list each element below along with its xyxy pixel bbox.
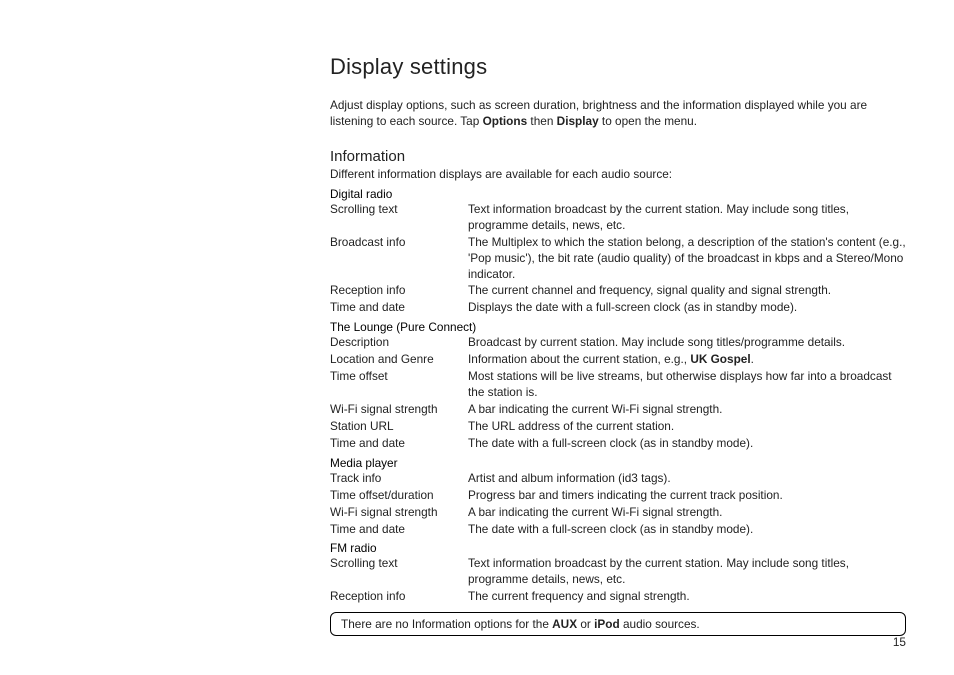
desc: Displays the date with a full-screen clo…	[468, 300, 906, 316]
page-title: Display settings	[330, 54, 906, 80]
definition-row: Time offsetMost stations will be live st…	[330, 369, 906, 401]
desc: The Multiplex to which the station belon…	[468, 235, 906, 283]
note-text: or	[577, 617, 594, 631]
desc: The URL address of the current station.	[468, 419, 906, 435]
term: Description	[330, 335, 468, 351]
note-bold-ipod: iPod	[594, 617, 620, 631]
term: Wi-Fi signal strength	[330, 402, 468, 418]
term: Scrolling text	[330, 556, 468, 588]
term: Time and date	[330, 300, 468, 316]
definition-row: Reception infoThe current frequency and …	[330, 589, 906, 605]
desc-text: .	[751, 352, 754, 366]
definition-row: DescriptionBroadcast by current station.…	[330, 335, 906, 351]
definition-row: Reception infoThe current channel and fr…	[330, 283, 906, 299]
intro-text: to open the menu.	[599, 114, 697, 128]
definition-row: Scrolling textText information broadcast…	[330, 202, 906, 234]
page-number: 15	[893, 635, 906, 649]
term: Station URL	[330, 419, 468, 435]
definition-row: Scrolling textText information broadcast…	[330, 556, 906, 588]
definition-row: Wi-Fi signal strengthA bar indicating th…	[330, 505, 906, 521]
term: Time and date	[330, 436, 468, 452]
desc: Text information broadcast by the curren…	[468, 202, 906, 234]
note-text: audio sources.	[620, 617, 700, 631]
term: Time offset	[330, 369, 468, 401]
desc-text: Information about the current station, e…	[468, 352, 690, 366]
intro-paragraph: Adjust display options, such as screen d…	[330, 98, 906, 130]
desc: The current frequency and signal strengt…	[468, 589, 906, 605]
desc: Artist and album information (id3 tags).	[468, 471, 906, 487]
group-head-lounge: The Lounge (Pure Connect)	[330, 320, 906, 334]
group-head-media-player: Media player	[330, 456, 906, 470]
desc: A bar indicating the current Wi-Fi signa…	[468, 505, 906, 521]
group-head-digital-radio: Digital radio	[330, 187, 906, 201]
term: Broadcast info	[330, 235, 468, 283]
term: Reception info	[330, 589, 468, 605]
definition-row: Station URLThe URL address of the curren…	[330, 419, 906, 435]
term: Wi-Fi signal strength	[330, 505, 468, 521]
desc: Progress bar and timers indicating the c…	[468, 488, 906, 504]
term: Scrolling text	[330, 202, 468, 234]
desc: The date with a full-screen clock (as in…	[468, 436, 906, 452]
note-box: There are no Information options for the…	[330, 612, 906, 636]
definition-row: Time offset/durationProgress bar and tim…	[330, 488, 906, 504]
desc: Broadcast by current station. May includ…	[468, 335, 906, 351]
information-heading: Information	[330, 148, 906, 165]
document-page: Display settings Adjust display options,…	[0, 0, 954, 675]
term: Time and date	[330, 522, 468, 538]
term: Location and Genre	[330, 352, 468, 368]
definition-row: Location and GenreInformation about the …	[330, 352, 906, 368]
desc-bold-ukgospel: UK Gospel	[690, 352, 750, 366]
desc: The date with a full-screen clock (as in…	[468, 522, 906, 538]
term: Time offset/duration	[330, 488, 468, 504]
definition-row: Time and dateThe date with a full-screen…	[330, 522, 906, 538]
note-bold-aux: AUX	[552, 617, 577, 631]
intro-bold-options: Options	[483, 114, 528, 128]
definition-row: Time and dateThe date with a full-screen…	[330, 436, 906, 452]
definition-row: Time and dateDisplays the date with a fu…	[330, 300, 906, 316]
group-head-fm-radio: FM radio	[330, 541, 906, 555]
desc: The current channel and frequency, signa…	[468, 283, 906, 299]
information-subtext: Different information displays are avail…	[330, 167, 906, 181]
definition-row: Wi-Fi signal strengthA bar indicating th…	[330, 402, 906, 418]
term: Track info	[330, 471, 468, 487]
intro-text: then	[527, 114, 557, 128]
desc: A bar indicating the current Wi-Fi signa…	[468, 402, 906, 418]
note-text: There are no Information options for the	[341, 617, 552, 631]
term: Reception info	[330, 283, 468, 299]
intro-bold-display: Display	[557, 114, 599, 128]
desc: Text information broadcast by the curren…	[468, 556, 906, 588]
desc: Information about the current station, e…	[468, 352, 906, 368]
desc: Most stations will be live streams, but …	[468, 369, 906, 401]
definition-row: Track infoArtist and album information (…	[330, 471, 906, 487]
definition-row: Broadcast infoThe Multiplex to which the…	[330, 235, 906, 283]
